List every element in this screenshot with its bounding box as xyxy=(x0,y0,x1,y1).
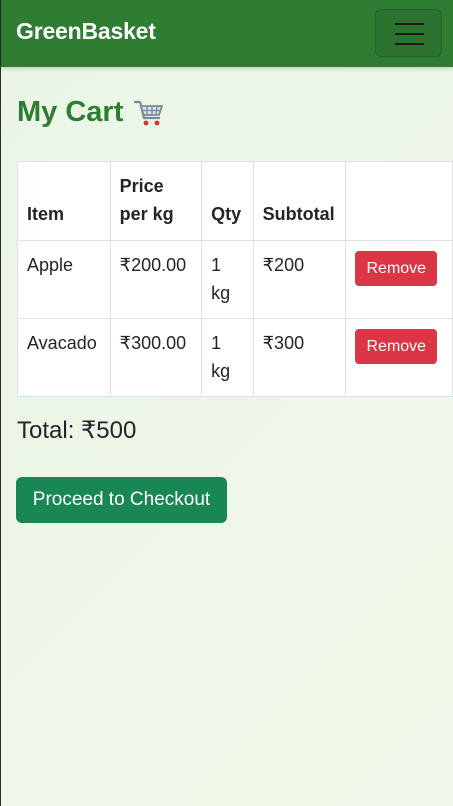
cell-subtotal: ₹300 xyxy=(252,318,347,397)
cell-qty-value: 1 xyxy=(211,255,222,275)
column-header-subtotal: Subtotal xyxy=(252,161,347,241)
page-title: My Cart xyxy=(17,96,165,129)
table-row: Apple ₹200.00 1 kg ₹200 Remove xyxy=(17,240,453,319)
cell-qty-value: 1 xyxy=(211,333,222,353)
column-header-price-line2: per kg xyxy=(119,204,174,224)
column-header-price-line1: Price xyxy=(119,176,164,196)
cell-qty-unit: kg xyxy=(211,361,231,381)
cell-qty: 1 kg xyxy=(201,240,254,319)
page-title-text: My Cart xyxy=(17,96,124,128)
cell-qty-unit: kg xyxy=(211,283,231,303)
brand-logo[interactable]: GreenBasket xyxy=(16,18,156,45)
remove-button[interactable]: Remove xyxy=(355,329,438,364)
shopping-cart-icon xyxy=(133,97,165,129)
cart-total: Total: ₹500 xyxy=(17,417,137,444)
column-header-action xyxy=(345,161,453,241)
cell-subtotal: ₹200 xyxy=(252,240,347,319)
cell-item-name: Apple xyxy=(17,240,111,319)
cell-price: ₹200.00 xyxy=(109,240,203,319)
cart-table: Item Price per kg Qty Subtotal Apple ₹20… xyxy=(17,161,453,397)
table-row: Avacado ₹300.00 1 kg ₹300 Remove xyxy=(17,318,453,397)
column-header-price: Price per kg xyxy=(109,161,203,241)
remove-button[interactable]: Remove xyxy=(355,251,438,286)
column-header-item: Item xyxy=(17,161,111,241)
cell-action: Remove xyxy=(345,240,453,319)
cell-action: Remove xyxy=(345,318,453,397)
cell-price: ₹300.00 xyxy=(109,318,203,397)
navbar-toggle-button[interactable] xyxy=(375,9,442,57)
column-header-qty: Qty xyxy=(201,161,254,241)
cell-item-name: Avacado xyxy=(17,318,111,397)
cell-qty: 1 kg xyxy=(201,318,254,397)
table-header-row: Item Price per kg Qty Subtotal xyxy=(17,161,453,241)
navbar: GreenBasket xyxy=(1,0,453,67)
proceed-to-checkout-button[interactable]: Proceed to Checkout xyxy=(16,477,227,523)
